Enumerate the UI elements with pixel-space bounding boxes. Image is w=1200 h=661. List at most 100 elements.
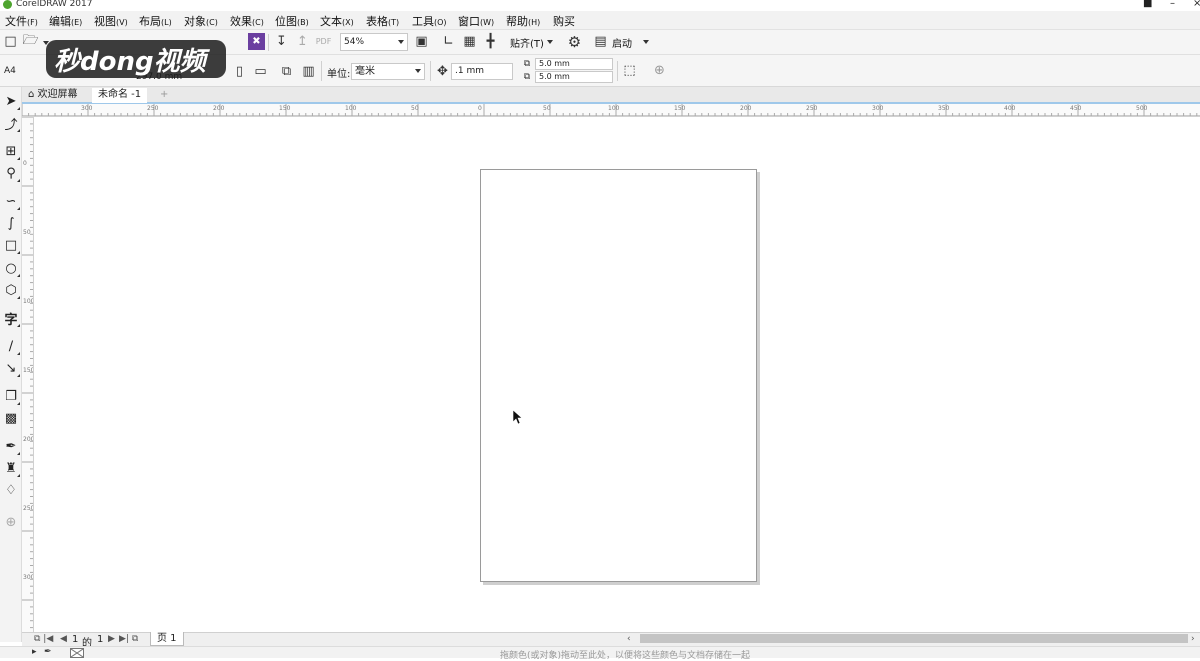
- freehand-tool-icon[interactable]: ∽: [2, 192, 20, 210]
- ruler-h-label: 250: [147, 105, 159, 112]
- page-size-value[interactable]: A4: [4, 66, 16, 76]
- ellipse-tool-icon[interactable]: ○: [2, 259, 20, 277]
- tab-welcome-label: 欢迎屏幕: [37, 89, 78, 100]
- scroll-right-icon[interactable]: ›: [1191, 634, 1195, 644]
- show-grid-icon[interactable]: ▦: [461, 33, 478, 50]
- show-rulers-icon[interactable]: ∟: [440, 33, 457, 50]
- duplicate-x-value: 5.0 mm: [539, 59, 570, 68]
- units-select[interactable]: 毫米: [351, 63, 425, 80]
- rectangle-tool-icon[interactable]: □: [2, 236, 20, 254]
- menu-tools[interactable]: 工具(O): [412, 13, 447, 29]
- page-tab-1[interactable]: 页 1: [150, 632, 184, 646]
- page-nav-prev-icon[interactable]: ◀: [60, 634, 67, 644]
- no-color-swatch[interactable]: [70, 648, 84, 658]
- launch-dropdown-icon[interactable]: [643, 40, 649, 44]
- launch-label: 启动: [612, 39, 632, 50]
- menu-window[interactable]: 窗口(W): [458, 13, 494, 29]
- ruler-h-label: 50: [411, 105, 419, 112]
- connector-tool-icon[interactable]: ↘: [2, 359, 20, 377]
- pick-tool-icon[interactable]: ➤: [2, 92, 20, 110]
- palette-scroll-icon[interactable]: ▸: [32, 647, 37, 657]
- document-tabs: ⌂ 欢迎屏幕 未命名 -1 +: [22, 87, 1200, 104]
- vertical-ruler[interactable]: 0 50 100 150 200 250 300: [22, 117, 34, 632]
- all-pages-icon[interactable]: ⧉: [278, 63, 295, 80]
- polygon-tool-icon[interactable]: ⬡: [2, 281, 20, 299]
- menu-layout[interactable]: 布局(L): [139, 13, 172, 29]
- home-icon: ⌂: [28, 89, 38, 100]
- launch-button[interactable]: 启动: [612, 35, 632, 50]
- portrait-icon[interactable]: ▯: [231, 63, 248, 80]
- new-tab-plus-icon[interactable]: +: [154, 88, 174, 103]
- corel-connect-icon[interactable]: ✖: [248, 33, 265, 50]
- export-icon[interactable]: ↥: [294, 33, 311, 50]
- separator: [321, 61, 322, 81]
- show-guidelines-icon[interactable]: ╋: [482, 33, 499, 50]
- title-bar: CorelDRAW 2017 ■ – ×: [0, 0, 1200, 11]
- document-page[interactable]: [480, 169, 757, 582]
- ruler-h-label: 200: [213, 105, 225, 112]
- page-nav-first-icon[interactable]: ⧉ |◀: [34, 634, 53, 644]
- snap-to-button[interactable]: 贴齐(T): [510, 35, 544, 50]
- tab-document-label: 未命名 -1: [98, 89, 142, 100]
- publish-pdf-icon[interactable]: PDF: [315, 33, 332, 50]
- text-tool-icon[interactable]: 字: [2, 309, 20, 328]
- duplicate-x-input[interactable]: 5.0 mm: [535, 58, 613, 70]
- menu-buy[interactable]: 购买: [553, 13, 575, 29]
- menu-effects[interactable]: 效果(C): [230, 13, 264, 29]
- current-page-icon[interactable]: ▥: [300, 63, 317, 80]
- snap-dropdown-icon[interactable]: [547, 40, 553, 44]
- ruler-v-label: 150: [23, 367, 34, 374]
- toolbox: ➤ ⤴ ⊞ ⚲ ∽ ∫ □ ○ ⬡ 字 ∕ ↘ ❐ ▩ ✒ ♜ ♢ ⊕: [0, 87, 22, 642]
- menu-help[interactable]: 帮助(H): [506, 13, 540, 29]
- nudge-distance-icon: ✥: [437, 64, 448, 79]
- menu-table[interactable]: 表格(T): [366, 13, 399, 29]
- mouse-cursor-icon: [512, 409, 523, 428]
- user-icon[interactable]: ■: [1143, 0, 1152, 9]
- separator: [617, 61, 618, 81]
- duplicate-x-icon: ⧉: [523, 59, 531, 69]
- shape-tool-icon[interactable]: ⤴: [2, 114, 20, 133]
- nudge-distance-input[interactable]: .1 mm: [451, 63, 513, 80]
- menu-text[interactable]: 文本(X): [320, 13, 354, 29]
- new-document-icon[interactable]: □: [2, 33, 19, 50]
- options-gear-icon[interactable]: ⚙: [566, 33, 583, 51]
- menu-object[interactable]: 对象(C): [184, 13, 218, 29]
- eyedropper-palette-icon[interactable]: ✒: [44, 647, 52, 657]
- open-folder-icon[interactable]: 🗁: [22, 33, 39, 50]
- drop-shadow-tool-icon[interactable]: ❐: [2, 387, 20, 405]
- application-launcher-icon[interactable]: ▤: [592, 33, 609, 50]
- artistic-media-tool-icon[interactable]: ∫: [2, 214, 20, 232]
- zoom-level-value: 54%: [344, 37, 365, 47]
- dimension-tool-icon[interactable]: ∕: [2, 337, 20, 355]
- scroll-left-icon[interactable]: ‹: [627, 634, 631, 644]
- transparency-tool-icon[interactable]: ▩: [2, 409, 20, 427]
- horizontal-scrollbar-thumb[interactable]: [640, 634, 1188, 643]
- menu-view[interactable]: 视图(V): [94, 13, 128, 29]
- menu-file[interactable]: 文件(F): [5, 13, 38, 29]
- landscape-icon[interactable]: ▭: [252, 63, 269, 80]
- menu-bitmaps[interactable]: 位图(B): [275, 13, 309, 29]
- add-tool-plus-icon[interactable]: ⊕: [651, 62, 668, 79]
- import-icon[interactable]: ↧: [273, 33, 290, 50]
- full-screen-preview-icon[interactable]: ▣: [413, 33, 430, 50]
- zoom-dropdown-icon[interactable]: [398, 40, 404, 44]
- units-dropdown-icon[interactable]: [415, 69, 421, 73]
- interactive-fill-tool-icon[interactable]: ♜: [2, 459, 20, 477]
- smart-fill-tool-icon[interactable]: ♢: [2, 481, 20, 499]
- eyedropper-tool-icon[interactable]: ✒: [2, 437, 20, 455]
- minimize-icon[interactable]: –: [1170, 0, 1175, 9]
- page-frame-icon[interactable]: ⬚: [621, 62, 638, 79]
- page-nav-last-icon[interactable]: ▶| ⧉: [119, 634, 138, 644]
- add-tool-icon[interactable]: ⊕: [2, 513, 20, 531]
- page-nav-next-icon[interactable]: ▶: [108, 634, 115, 644]
- zoom-tool-icon[interactable]: ⚲: [2, 164, 20, 182]
- crop-tool-icon[interactable]: ⊞: [2, 142, 20, 160]
- menu-edit[interactable]: 编辑(E): [49, 13, 82, 29]
- ruler-v-label: 0: [23, 160, 27, 167]
- tab-welcome-screen[interactable]: ⌂ 欢迎屏幕: [22, 88, 84, 103]
- close-icon[interactable]: ×: [1193, 0, 1200, 9]
- ruler-h-label: 100: [608, 105, 620, 112]
- horizontal-ruler[interactable]: 300 250 200 150 100 50 0 50 100 150 200 …: [22, 104, 1200, 117]
- tab-untitled-document[interactable]: 未命名 -1: [92, 88, 148, 103]
- duplicate-y-input[interactable]: 5.0 mm: [535, 71, 613, 83]
